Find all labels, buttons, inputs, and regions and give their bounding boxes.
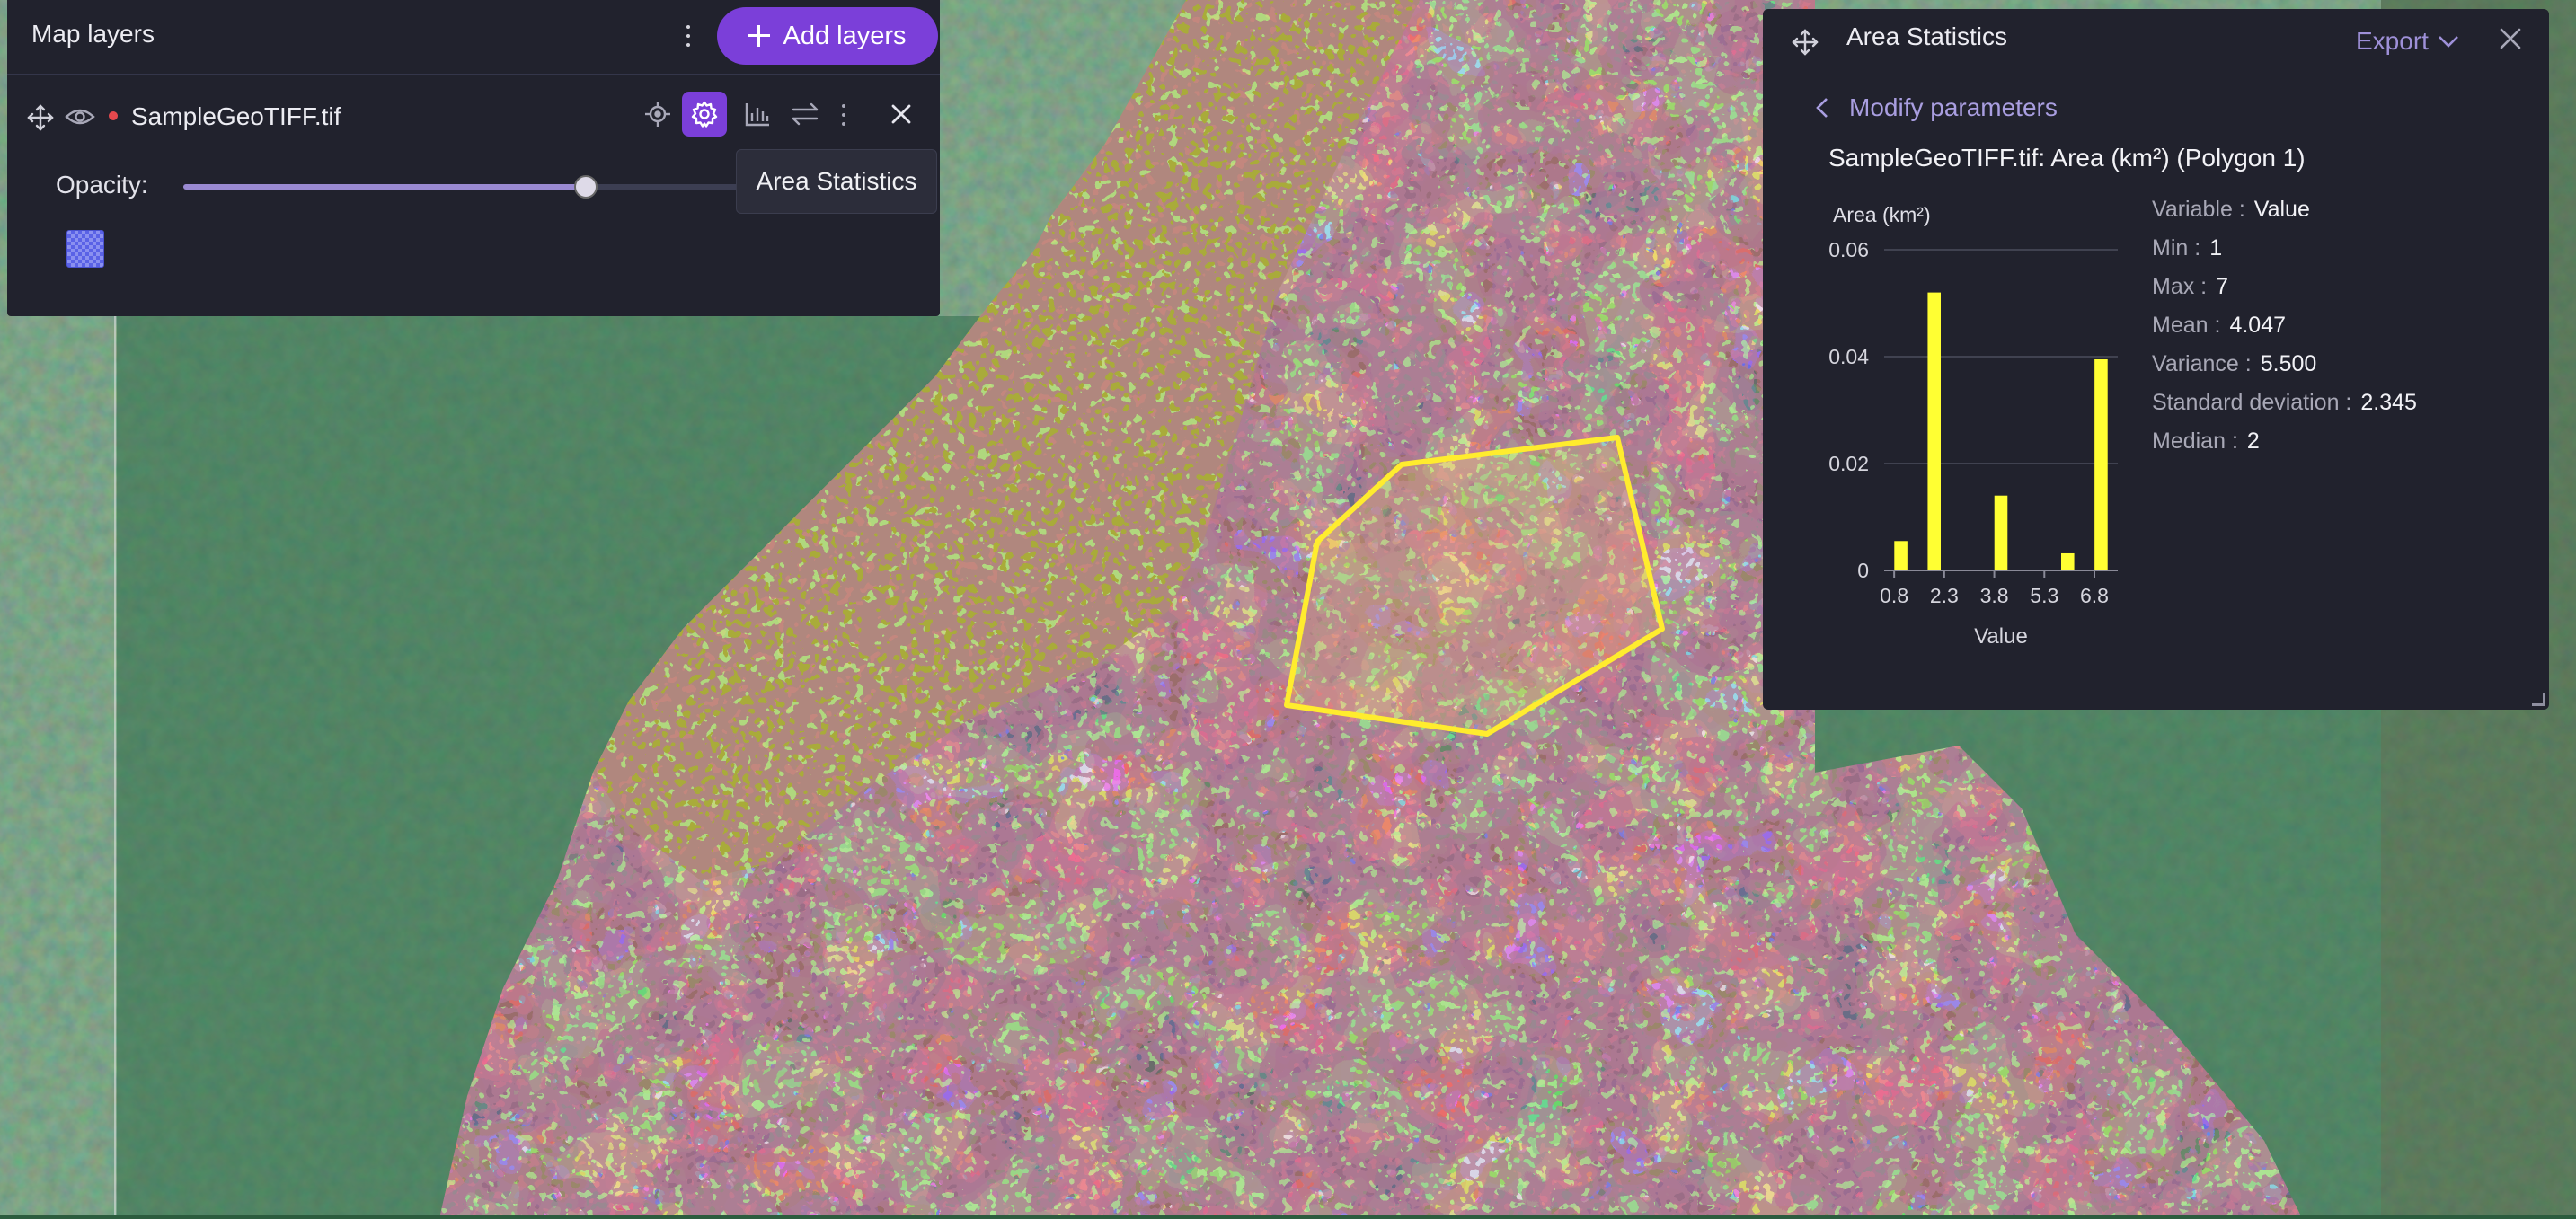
swap-arrows-icon <box>792 102 819 126</box>
stat-row: Max : 7 <box>2152 268 2417 306</box>
x-tick-label: 2.3 <box>1930 584 1959 607</box>
x-tick-label: 3.8 <box>1980 584 2009 607</box>
y-axis-label: Area (km²) <box>1833 203 1931 226</box>
compare-button[interactable] <box>783 92 828 137</box>
stat-row: Standard deviation : 2.345 <box>2152 384 2417 422</box>
more-options-icon[interactable] <box>677 20 699 52</box>
bar-chart-icon <box>745 103 769 127</box>
stat-key: Mean : <box>2152 313 2221 338</box>
stat-value: 5.500 <box>2260 351 2317 376</box>
add-layers-label: Add layers <box>783 21 907 50</box>
chevron-left-icon <box>1816 98 1828 118</box>
stat-key: Max : <box>2152 274 2208 299</box>
histogram-bar <box>2094 358 2108 570</box>
tooltip-area-statistics: Area Statistics <box>736 149 937 214</box>
layer-status-dot <box>109 111 118 120</box>
close-icon <box>891 104 911 124</box>
y-tick-label: 0.06 <box>1828 238 1869 261</box>
add-layers-button[interactable]: Add layers <box>717 7 938 65</box>
stat-key: Standard deviation : <box>2152 390 2352 415</box>
legend-swatch[interactable] <box>66 230 104 268</box>
x-tick-label: 6.8 <box>2080 584 2109 607</box>
x-axis-label: Value <box>1974 624 2028 649</box>
layers-header: Map layers Add layers <box>7 0 940 75</box>
layer-more-icon[interactable] <box>833 99 854 131</box>
stat-key: Min : <box>2152 235 2201 261</box>
stat-key: Variable : <box>2152 197 2245 222</box>
stat-row: Min : 1 <box>2152 229 2417 268</box>
drag-handle-icon[interactable] <box>1792 29 1819 56</box>
opacity-label: Opacity: <box>56 171 148 199</box>
layer-row: SampleGeoTIFF.tif <box>7 88 940 142</box>
drag-handle-icon[interactable] <box>27 104 54 131</box>
y-tick-label: 0 <box>1857 559 1869 582</box>
y-tick-label: 0.04 <box>1828 345 1869 368</box>
histogram-bar <box>1894 541 1908 570</box>
stat-value: 4.047 <box>2229 313 2286 338</box>
stat-value: 2 <box>2246 428 2260 454</box>
statistics-list: Variable : Value Min : 1 Max : 7 Mean : 4.047 Va… <box>2152 190 2417 461</box>
stat-value: 2.345 <box>2360 390 2417 415</box>
stat-key: Median : <box>2152 428 2238 454</box>
opacity-slider[interactable] <box>183 175 742 199</box>
histogram-bar <box>2061 552 2075 570</box>
layer-settings-button[interactable] <box>682 92 727 137</box>
histogram-bar <box>1927 292 1941 570</box>
x-tick-label: 0.8 <box>1880 584 1908 607</box>
stat-row: Variable : Value <box>2152 190 2417 229</box>
histogram-button[interactable] <box>735 92 780 137</box>
crosshair-icon <box>645 102 670 127</box>
resize-handle[interactable] <box>2532 693 2545 706</box>
area-statistics-panel: Area Statistics Export Modify parameters… <box>1763 9 2549 710</box>
stat-row: Mean : 4.047 <box>2152 306 2417 345</box>
stat-value: 7 <box>2216 274 2229 299</box>
remove-layer-button[interactable] <box>879 92 924 137</box>
plus-icon <box>748 25 771 47</box>
layer-name: SampleGeoTIFF.tif <box>131 102 341 130</box>
chevron-down-icon <box>2439 36 2458 48</box>
stat-value: 1 <box>2209 235 2223 261</box>
modify-parameters-link[interactable]: Modify parameters <box>1815 93 2058 122</box>
stat-row: Variance : 5.500 <box>2152 345 2417 384</box>
export-button[interactable]: Export <box>2356 27 2459 56</box>
gear-icon <box>691 101 718 128</box>
opacity-slider-fill <box>183 184 586 190</box>
histogram-bar <box>1994 495 2008 570</box>
stats-title: Area Statistics <box>1846 22 2007 50</box>
stat-row: Median : 2 <box>2152 422 2417 461</box>
x-tick-label: 5.3 <box>2030 584 2058 607</box>
imagery-edge <box>114 316 116 1215</box>
stat-key: Variance : <box>2152 351 2252 376</box>
zoom-to-layer-button[interactable] <box>635 92 680 137</box>
stat-value: Value <box>2253 197 2310 222</box>
export-label: Export <box>2356 27 2429 55</box>
chart-heading: SampleGeoTIFF.tif: Area (km²) (Polygon 1… <box>1828 144 2306 172</box>
opacity-slider-thumb[interactable] <box>573 175 598 199</box>
histogram-chart: Area (km²) 0 0.02 0.04 0.06 0.8 2.3 3.8 5.3 6.8 Va… <box>1828 203 2118 649</box>
layers-title: Map layers <box>31 20 155 48</box>
visibility-eye-icon[interactable] <box>65 106 95 128</box>
y-tick-label: 0.02 <box>1828 452 1869 475</box>
close-icon[interactable] <box>2499 27 2522 50</box>
modify-parameters-label: Modify parameters <box>1849 93 2058 121</box>
